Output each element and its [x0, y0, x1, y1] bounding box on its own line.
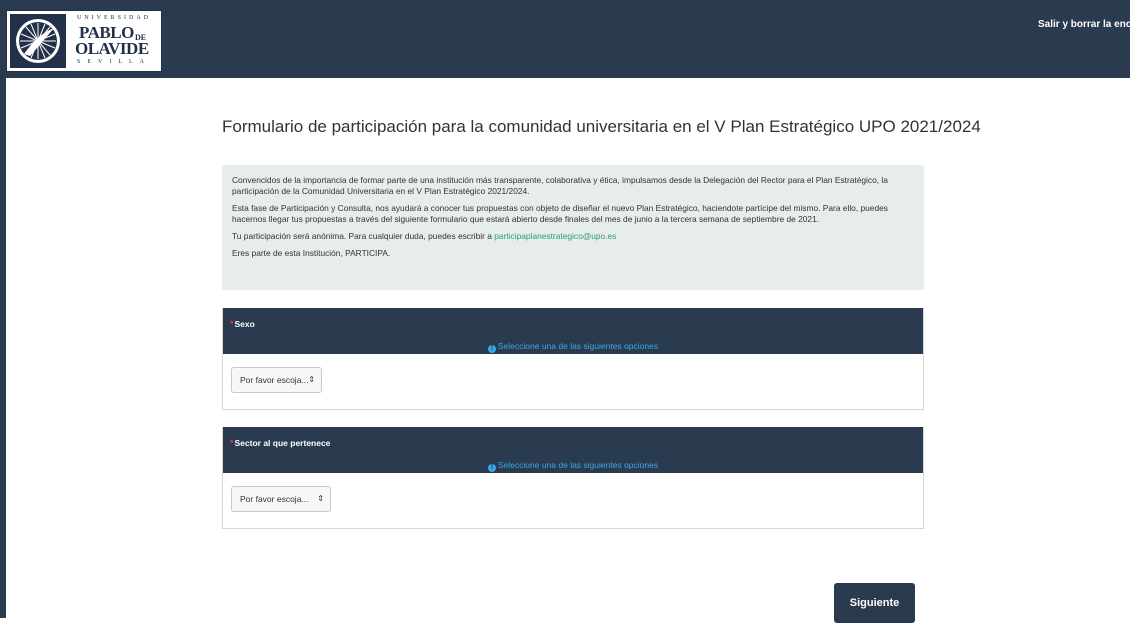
- question-title: *Sexo: [230, 319, 255, 329]
- required-asterisk: *: [230, 319, 234, 329]
- contact-email-link[interactable]: participaplanestrategico@upo.es: [494, 231, 616, 241]
- question-help-text: Seleccione una de las siguientes opcione…: [497, 460, 659, 470]
- question-body: Por favor escoja... ⇕: [223, 354, 923, 409]
- logo-emblem-icon: [10, 14, 66, 68]
- sexo-select-value: Por favor escoja...: [240, 375, 309, 385]
- logo-universidad-text: UNIVERSIDAD: [77, 15, 151, 21]
- exit-and-clear-survey-link[interactable]: Salir y borrar la encuesta: [1038, 19, 1130, 30]
- sector-select-value: Por favor escoja...: [240, 494, 309, 504]
- university-logo[interactable]: UNIVERSIDAD PABLO DE OLAVIDE SEVILLA: [6, 10, 162, 72]
- left-frame-border: [0, 0, 6, 618]
- sexo-select[interactable]: Por favor escoja... ⇕: [231, 367, 322, 393]
- info-icon: !: [487, 464, 496, 472]
- question-body: Por favor escoja... ⇕: [223, 473, 923, 528]
- sector-select[interactable]: Por favor escoja... ⇕: [231, 486, 331, 512]
- survey-title: Formulario de participación para la comu…: [222, 117, 981, 136]
- next-button[interactable]: Siguiente: [834, 583, 915, 623]
- question-help: ! Seleccione una de las siguientes opcion…: [223, 460, 923, 472]
- intro-paragraph-4: Eres parte de esta Institución, PARTICIP…: [232, 248, 391, 258]
- info-icon: !: [487, 345, 496, 353]
- question-title: *Sector al que pertenece: [230, 438, 330, 448]
- question-header: *Sexo ! Seleccione una de las siguientes …: [223, 308, 923, 354]
- select-arrows-icon: ⇕: [317, 494, 324, 503]
- logo-wordmark: UNIVERSIDAD PABLO DE OLAVIDE SEVILLA: [69, 13, 159, 69]
- required-asterisk: *: [230, 438, 234, 448]
- select-arrows-icon: ⇕: [308, 375, 315, 384]
- logo-name-line2: OLAVIDE: [75, 39, 149, 58]
- question-sexo: *Sexo ! Seleccione una de las siguientes …: [222, 308, 924, 410]
- top-header-bar: UNIVERSIDAD PABLO DE OLAVIDE SEVILLA Sal…: [0, 0, 1130, 78]
- question-title-text: Sexo: [234, 319, 255, 329]
- intro-paragraph-2: Esta fase de Participación y Consulta, n…: [232, 203, 888, 224]
- intro-paragraph-1: Convencidos de la importancia de formar …: [232, 175, 888, 196]
- intro-anonymous-text: Tu participación será anónima. Para cual…: [232, 231, 495, 241]
- logo-city-text: SEVILLA: [77, 59, 151, 65]
- question-title-text: Sector al que pertenece: [234, 438, 331, 448]
- intro-paragraph-3: Tu participación será anónima. Para cual…: [232, 231, 914, 242]
- question-sector: *Sector al que pertenece ! Seleccione una…: [222, 427, 924, 529]
- question-help-text: Seleccione una de las siguientes opcione…: [497, 341, 659, 351]
- question-header: *Sector al que pertenece ! Seleccione una…: [223, 427, 923, 473]
- question-help: ! Seleccione una de las siguientes opcion…: [223, 341, 923, 353]
- survey-intro-box: Convencidos de la importancia de formar …: [222, 165, 924, 290]
